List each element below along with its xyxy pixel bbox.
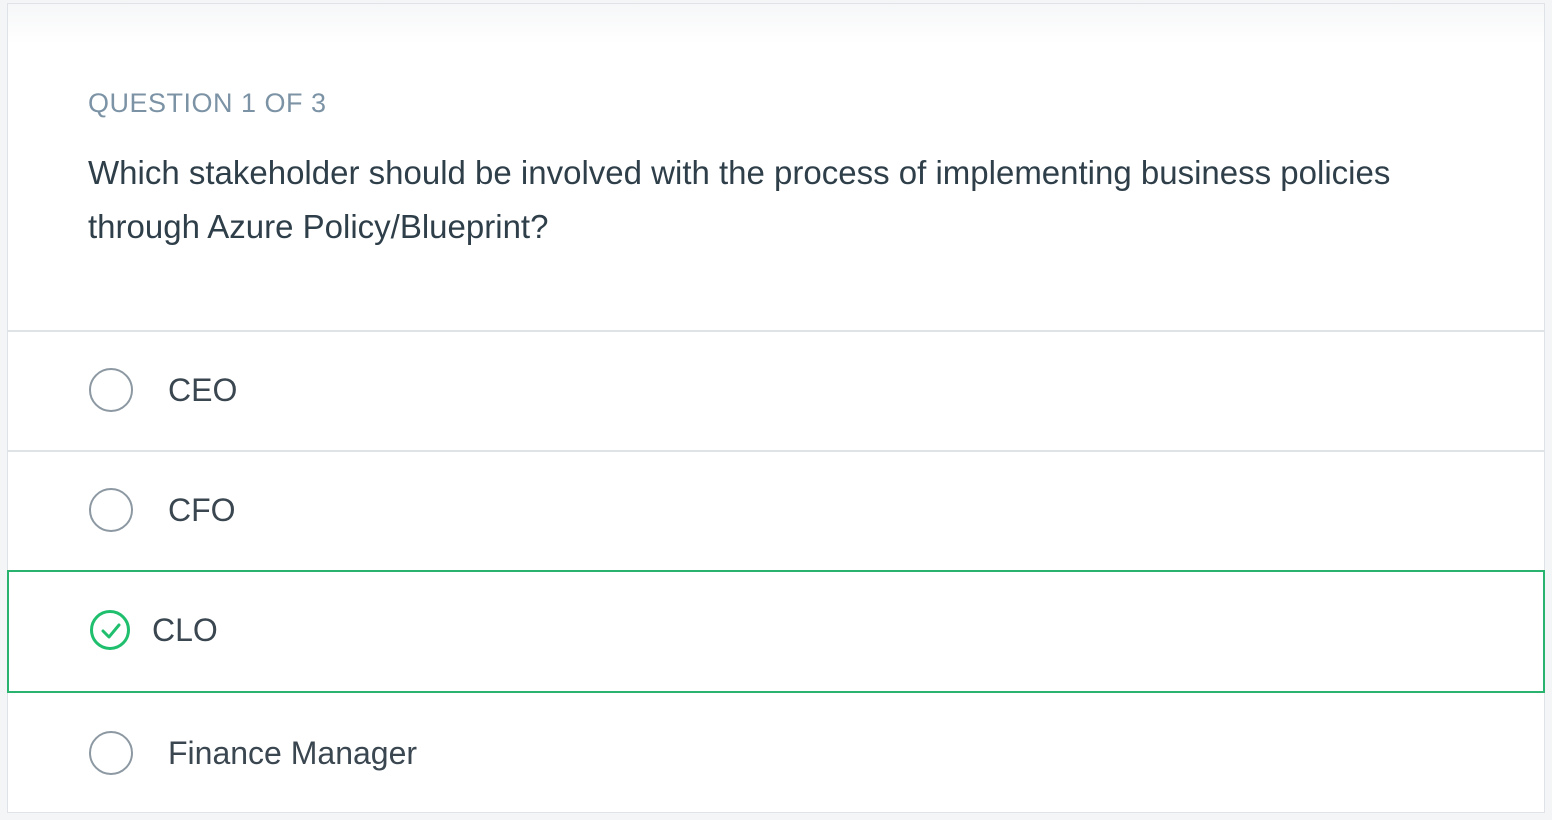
radio-empty-icon[interactable] xyxy=(89,488,133,532)
answer-option-clo-selected[interactable]: CLO xyxy=(7,570,1545,693)
question-text: Which stakeholder should be involved wit… xyxy=(88,154,1391,245)
card-top-strip xyxy=(8,4,1544,44)
check-circle-icon[interactable] xyxy=(90,610,130,650)
answer-option-label: CFO xyxy=(168,492,236,528)
answer-option-ceo[interactable]: CEO xyxy=(8,330,1544,449)
radio-empty-icon[interactable] xyxy=(89,731,133,775)
question-counter: QUESTION 1 OF 3 xyxy=(88,88,327,118)
answer-option-label: Finance Manager xyxy=(168,735,418,771)
answer-option-label: CEO xyxy=(168,372,238,408)
radio-empty-icon[interactable] xyxy=(89,368,133,412)
quiz-card: QUESTION 1 OF 3 Which stakeholder should… xyxy=(7,3,1545,813)
answer-option-label: CLO xyxy=(152,612,218,648)
answer-option-cfo[interactable]: CFO xyxy=(8,450,1544,569)
answer-option-finance-manager[interactable]: Finance Manager xyxy=(8,693,1544,812)
